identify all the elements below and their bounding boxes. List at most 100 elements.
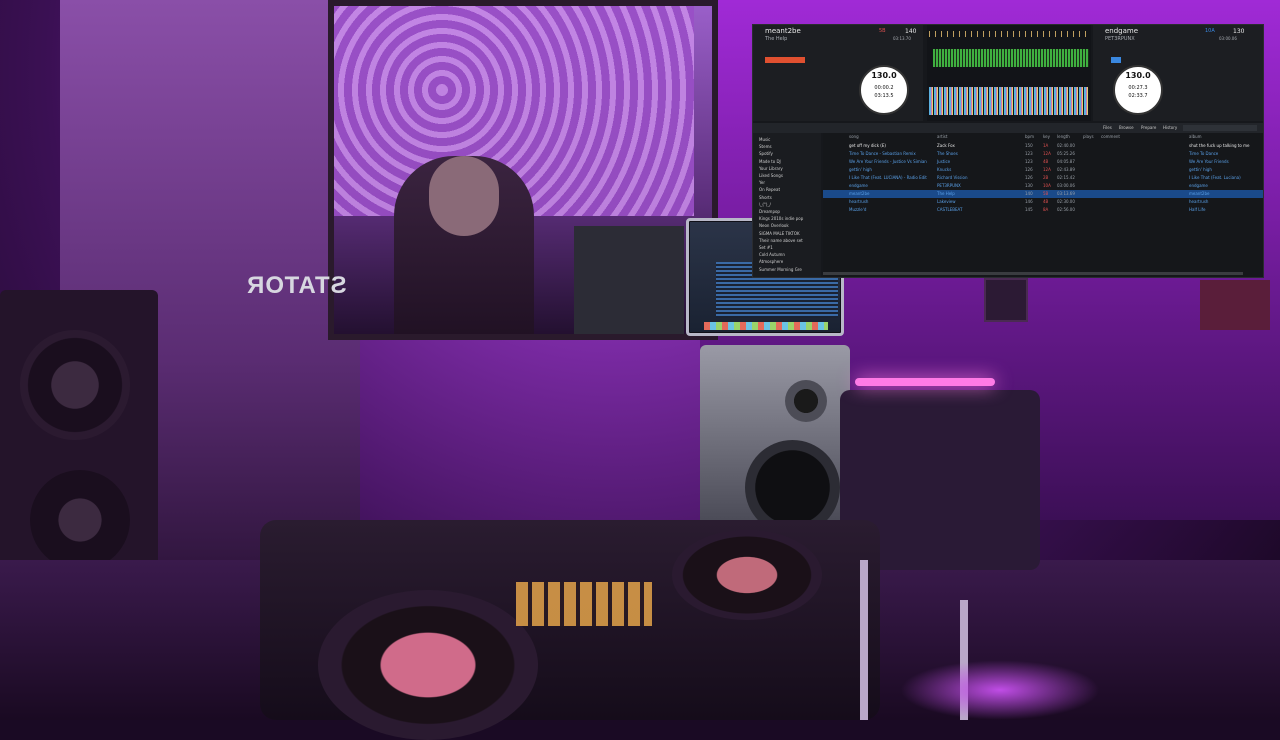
sidebar-crate[interactable]: SIGMA MALE TIKTOK [759, 231, 800, 236]
track-length: 02:15.42 [1057, 175, 1075, 180]
deck-right-title: endgame [1105, 27, 1139, 35]
deck-right-key: 10A [1205, 28, 1215, 34]
serato-overlay: meant2be The Help 5B 140 03:13.70 130.0 … [752, 24, 1264, 278]
deck-right-platter-bpm: 130.0 [1125, 71, 1151, 80]
col-comment[interactable]: comment [1101, 134, 1120, 139]
track-key: 8A [1043, 207, 1049, 212]
sidebar-crate[interactable]: Your Library [759, 166, 783, 171]
track-bpm: 126 [1025, 167, 1033, 172]
track-key: 5B [1043, 191, 1049, 196]
waveform-zoom [929, 87, 1089, 115]
deck-left-artist: The Help [765, 36, 788, 42]
col-key[interactable]: key [1043, 134, 1050, 139]
laptop-dock [704, 322, 828, 330]
sidebar-crate[interactable]: \_(°)_/ [759, 202, 771, 207]
deck-right-elapsed: 00:27.3 [1128, 85, 1148, 91]
track-album: We Are Your Friends [1189, 159, 1229, 164]
col-length[interactable]: length [1057, 134, 1070, 139]
prepare-button[interactable]: Prepare [1141, 125, 1156, 131]
col-song[interactable]: song [849, 134, 859, 139]
deck-left-remaining: 03:13.5 [874, 93, 894, 99]
track-bpm: 126 [1025, 175, 1033, 180]
history-button[interactable]: History [1163, 125, 1177, 131]
sidebar-crate[interactable]: Summer Morning Gre [759, 267, 802, 272]
cue-point-bar[interactable] [765, 57, 805, 63]
track-album: Time To Dance [1189, 151, 1219, 156]
col-bpm[interactable]: bpm [1025, 134, 1034, 139]
track-artist: Zack Fox [937, 143, 955, 148]
track-bpm: 140 [1025, 191, 1033, 196]
table-row[interactable]: I Like That (Feat. LUCIANA) - Radio Edit… [823, 174, 1263, 182]
sidebar-crate[interactable]: Cold Autumn [759, 252, 785, 257]
sidebar-crate[interactable]: Kings 2010s indie pop [759, 216, 803, 221]
table-row[interactable]: heartrush Lakeview 146 4B 02:30.00 heartrush [823, 198, 1263, 206]
track-bpm: 146 [1025, 199, 1033, 204]
sidebar-crate[interactable]: Atmosphere [759, 259, 783, 264]
track-album: heartrush [1189, 199, 1209, 204]
deck-left-platter-bpm: 130.0 [871, 71, 897, 80]
sidebar-crate[interactable]: Neon Overlook [759, 223, 789, 228]
neon-light [855, 378, 995, 386]
sidebar-crate[interactable]: Liked Songs [759, 173, 783, 178]
track-song: I Like That (Feat. LUCIANA) - Radio Edit [849, 175, 927, 180]
track-album: endgame [1189, 183, 1208, 188]
track-artist: The Help [937, 191, 955, 196]
sidebar-crate[interactable]: Dreampop [759, 209, 780, 214]
jog-wheel-right [672, 530, 822, 620]
sidebar-crate[interactable]: Shorts [759, 195, 772, 200]
track-song: meant2be [849, 191, 870, 196]
deck-left: meant2be The Help 5B 140 03:13.70 130.0 … [753, 25, 923, 121]
track-key: 4B [1043, 159, 1049, 164]
horizontal-scrollbar[interactable] [823, 272, 1243, 275]
track-length: 02:56.00 [1057, 207, 1075, 212]
files-button[interactable]: Files [1103, 125, 1112, 131]
deck-left-elapsed: 00:00.2 [874, 85, 894, 91]
sidebar-crate[interactable]: Their name above set [759, 238, 803, 243]
track-artist: PET3RPUNX [937, 183, 961, 188]
track-album: I Like That (Feat. Luciana) [1189, 175, 1241, 180]
deck-right-bpm: 130 [1233, 28, 1245, 35]
sidebar-crate[interactable]: Set #1 [759, 245, 773, 250]
track-song: heartrush [849, 199, 869, 204]
table-row[interactable]: Time To Dance - Sebastian Remix The Shoes… [823, 150, 1263, 158]
table-row[interactable]: meant2be The Help 140 5B 03:13.69 meant2be [823, 190, 1263, 198]
track-song: endgame [849, 183, 868, 188]
table-row[interactable]: get off my dick (E) Zack Fox 150 1A 02:40.00… [823, 142, 1263, 150]
deck-left-bpm: 140 [905, 28, 917, 35]
track-length: 03:00.06 [1057, 183, 1075, 188]
sidebar-crate[interactable]: On Repeat [759, 187, 780, 192]
jog-wheel-left [318, 590, 538, 740]
track-length: 05:25.26 [1057, 151, 1075, 156]
track-song: Time To Dance - Sebastian Remix [849, 151, 916, 156]
wall-frame-red [1200, 280, 1270, 330]
monitor-tweeter [785, 380, 827, 422]
search-input[interactable] [1183, 125, 1257, 131]
table-row[interactable]: gettin' high Knucks 126 12A 02:43.89 gettin' … [823, 166, 1263, 174]
sidebar-crate[interactable]: Music [759, 137, 770, 142]
waveform-overview [933, 49, 1089, 67]
sidebar-crate[interactable]: Stems [759, 144, 772, 149]
left-speaker-tweeter [20, 330, 130, 440]
col-plays[interactable]: plays [1083, 134, 1094, 139]
track-song: get off my dick (E) [849, 143, 886, 148]
table-row[interactable]: We Are Your Friends - Justice Vs Simian J… [823, 158, 1263, 166]
floor-glow [900, 660, 1100, 720]
browse-button[interactable]: Browse [1119, 125, 1134, 131]
sidebar-crate[interactable]: Yer [759, 180, 765, 185]
track-bpm: 130 [1025, 183, 1033, 188]
col-album[interactable]: album [1189, 134, 1202, 139]
deck-right-remaining: 02:33.7 [1128, 93, 1148, 99]
track-length: 02:30.00 [1057, 199, 1075, 204]
sidebar-crate[interactable]: Made to DJ [759, 159, 781, 164]
track-artist: Knucks [937, 167, 952, 172]
cue-point-bar-right[interactable] [1111, 57, 1121, 63]
poster-reflection [574, 226, 684, 334]
table-row[interactable]: endgame PET3RPUNX 130 10A 03:00.06 endgame [823, 182, 1263, 190]
track-bpm: 123 [1025, 151, 1033, 156]
track-album: shut the fuck up talking to me [1189, 143, 1250, 148]
col-artist[interactable]: artist [937, 134, 947, 139]
sidebar-crate[interactable]: Spotify [759, 151, 773, 156]
track-bpm: 150 [1025, 143, 1033, 148]
deck-left-time: 03:13.70 [893, 36, 911, 41]
table-row[interactable]: Muzzle'd CASTLEBEAT 145 8A 02:56.00 Half Life [823, 206, 1263, 214]
